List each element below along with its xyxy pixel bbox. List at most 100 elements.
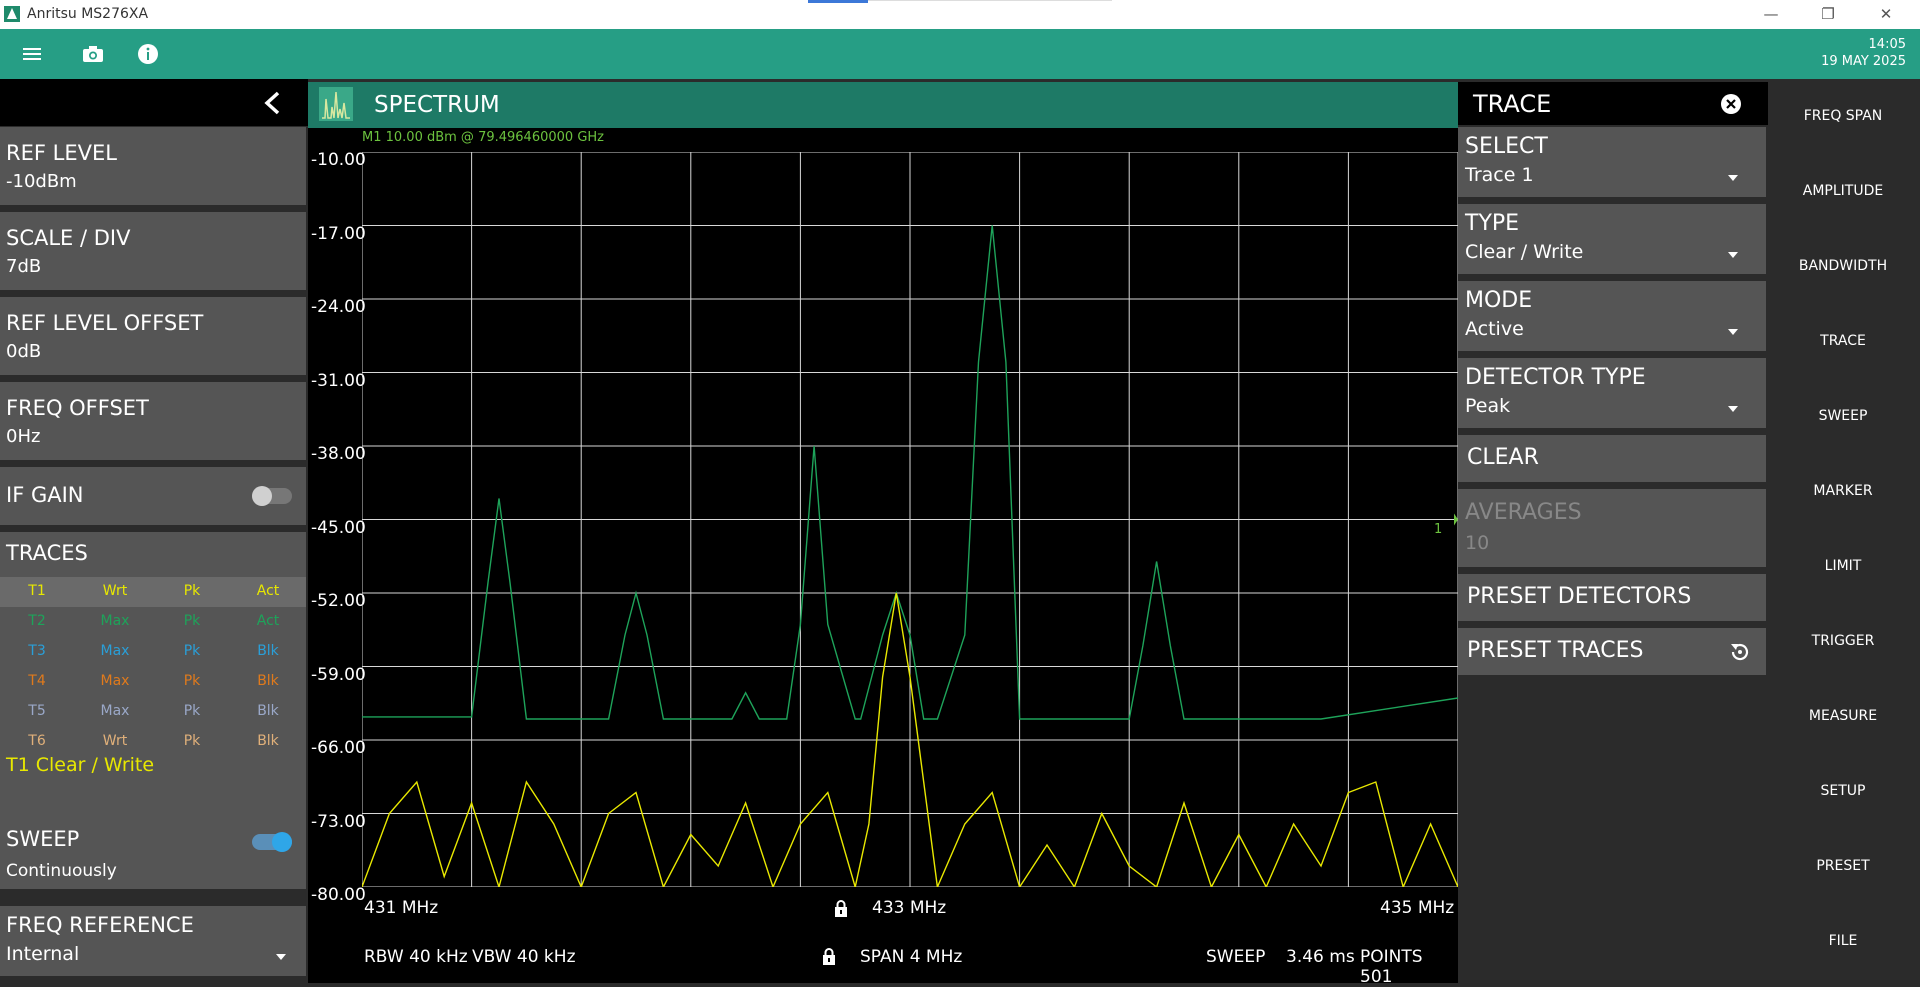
preset-detectors-button[interactable]: PRESET DETECTORS bbox=[1458, 574, 1766, 621]
trace-name: T2 bbox=[28, 613, 46, 629]
hamburger-menu-icon[interactable] bbox=[20, 42, 44, 66]
menu-bandwidth[interactable]: BANDWIDTH bbox=[1768, 258, 1918, 274]
trace-mode: Blk bbox=[257, 703, 279, 719]
lock-icon bbox=[835, 900, 847, 917]
selected-trace-summary: T1 Clear / Write bbox=[6, 754, 155, 776]
trace-row-t1[interactable]: T1 Wrt Pk Act bbox=[0, 577, 306, 607]
trace-detector: Pk bbox=[183, 583, 201, 599]
y-tick-label: -66.00 bbox=[311, 738, 366, 758]
trace-type-dropdown[interactable]: TYPE Clear / Write bbox=[1458, 204, 1766, 274]
trace-mode-dropdown[interactable]: MODE Active bbox=[1458, 281, 1766, 351]
trace-settings-panel: TRACE SELECT Trace 1 TYPE Clear / Write … bbox=[1458, 79, 1768, 983]
y-tick-label: -45.00 bbox=[311, 517, 366, 538]
dropdown-caret-icon bbox=[1728, 252, 1738, 258]
menu-preset[interactable]: PRESET bbox=[1768, 858, 1918, 874]
x-stop-label: 435 MHz bbox=[1380, 898, 1455, 918]
ref-level-label: REF LEVEL bbox=[6, 141, 117, 165]
menu-marker[interactable]: MARKER bbox=[1768, 483, 1918, 499]
close-window-button[interactable]: ✕ bbox=[1866, 3, 1906, 25]
trace-row-t4[interactable]: T4 Max Pk Blk bbox=[0, 667, 306, 697]
y-tick-label: -31.00 bbox=[311, 370, 366, 391]
trace-row-t5[interactable]: T5 Max Pk Blk bbox=[0, 697, 306, 727]
lock-icon bbox=[823, 948, 835, 965]
ref-level-control[interactable]: REF LEVEL -10dBm bbox=[0, 127, 306, 205]
trace-name: T4 bbox=[28, 673, 46, 689]
trace-row-t3[interactable]: T3 Max Pk Blk bbox=[0, 637, 306, 667]
span-readout[interactable]: SPAN 4 MHz bbox=[860, 947, 962, 967]
select-label: SELECT bbox=[1465, 134, 1548, 159]
select-value: Trace 1 bbox=[1465, 164, 1534, 186]
preset-traces-button[interactable]: PRESET TRACES bbox=[1458, 628, 1766, 675]
taskbar-indicator-track bbox=[868, 0, 1112, 1]
trace-mode: Act bbox=[256, 613, 280, 629]
main-menu: FREQ SPAN AMPLITUDE BANDWIDTH TRACE SWEE… bbox=[1768, 79, 1920, 983]
clear-button[interactable]: CLEAR bbox=[1458, 435, 1766, 482]
select-trace-dropdown[interactable]: SELECT Trace 1 bbox=[1458, 127, 1766, 197]
window-titlebar: Anritsu MS276XA — ❐ ✕ bbox=[0, 0, 1920, 29]
scale-div-control[interactable]: SCALE / DIV 7dB bbox=[0, 212, 306, 290]
minimize-button[interactable]: — bbox=[1751, 3, 1791, 25]
menu-setup[interactable]: SETUP bbox=[1768, 783, 1918, 799]
sweep-toggle[interactable] bbox=[252, 832, 292, 852]
trace-mode: Blk bbox=[257, 733, 279, 749]
menu-trigger[interactable]: TRIGGER bbox=[1768, 633, 1918, 649]
averages-label: AVERAGES bbox=[1465, 500, 1582, 525]
dropdown-caret-icon bbox=[1728, 329, 1738, 335]
trace-type: Max bbox=[100, 643, 130, 659]
trace-mode: Act bbox=[256, 583, 280, 599]
type-label: TYPE bbox=[1465, 211, 1520, 236]
trace-type: Max bbox=[100, 613, 130, 629]
sweep-value: Continuously bbox=[6, 861, 117, 881]
mode-label: MODE bbox=[1465, 288, 1533, 313]
freq-reference-value: Internal bbox=[6, 943, 80, 965]
menu-sweep[interactable]: SWEEP bbox=[1768, 408, 1918, 424]
menu-measure[interactable]: MEASURE bbox=[1768, 708, 1918, 724]
menu-freq-span[interactable]: FREQ SPAN bbox=[1768, 108, 1918, 124]
freq-offset-control[interactable]: FREQ OFFSET 0Hz bbox=[0, 382, 306, 460]
detector-type-dropdown[interactable]: DETECTOR TYPE Peak bbox=[1458, 358, 1766, 428]
menu-amplitude[interactable]: AMPLITUDE bbox=[1768, 183, 1918, 199]
spectrum-mode-icon bbox=[319, 87, 353, 121]
trace-detector: Pk bbox=[183, 703, 201, 719]
y-tick-label: -73.00 bbox=[311, 811, 366, 832]
reset-icon bbox=[1731, 643, 1749, 661]
freq-offset-value: 0Hz bbox=[6, 426, 41, 447]
trace-row-t2[interactable]: T2 Max Pk Act bbox=[0, 607, 306, 637]
trace-row-t6[interactable]: T6 Wrt Pk Blk bbox=[0, 727, 306, 757]
if-gain-control[interactable]: IF GAIN bbox=[0, 467, 306, 525]
y-tick-label: -17.00 bbox=[311, 223, 366, 244]
anritsu-logo-icon bbox=[4, 6, 20, 22]
taskbar-indicator bbox=[808, 0, 868, 3]
collapse-panel-button[interactable] bbox=[0, 79, 308, 126]
ref-level-offset-label: REF LEVEL OFFSET bbox=[6, 311, 204, 335]
type-value: Clear / Write bbox=[1465, 241, 1584, 263]
scale-div-label: SCALE / DIV bbox=[6, 226, 131, 250]
marker-1-tag[interactable]: 1 bbox=[1434, 522, 1442, 537]
points-readout[interactable]: POINTS 501 bbox=[1360, 947, 1458, 987]
clock-date: 19 MAY 2025 bbox=[1821, 54, 1906, 69]
freq-offset-label: FREQ OFFSET bbox=[6, 396, 149, 420]
sweep-time-readout[interactable]: 3.46 ms bbox=[1286, 947, 1355, 967]
traces-table: T1 Wrt Pk Act T2 Max Pk Act T3 Max Pk Bl… bbox=[0, 577, 306, 757]
menu-trace[interactable]: TRACE bbox=[1768, 333, 1918, 349]
if-gain-toggle[interactable] bbox=[252, 486, 292, 506]
close-panel-icon[interactable] bbox=[1720, 93, 1742, 115]
restore-button[interactable]: ❐ bbox=[1808, 3, 1848, 25]
toggle-knob bbox=[252, 486, 272, 506]
menu-limit[interactable]: LIMIT bbox=[1768, 558, 1918, 574]
spectrum-plot[interactable]: M1 10.00 dBm @ 79.496460000 GHz -10.00 -1… bbox=[308, 128, 1458, 987]
freq-reference-control[interactable]: FREQ REFERENCE Internal bbox=[0, 906, 306, 976]
camera-icon[interactable] bbox=[81, 42, 105, 66]
ref-level-offset-control[interactable]: REF LEVEL OFFSET 0dB bbox=[0, 297, 306, 375]
menu-file[interactable]: FILE bbox=[1768, 933, 1918, 949]
spectrum-chart[interactable] bbox=[362, 152, 1458, 887]
sweep-control[interactable]: SWEEP Continuously bbox=[0, 817, 306, 889]
rbw-readout[interactable]: RBW 40 kHz bbox=[364, 947, 468, 967]
preset-traces-label: PRESET TRACES bbox=[1467, 638, 1644, 663]
x-start-label: 431 MHz bbox=[364, 898, 439, 918]
vbw-readout[interactable]: VBW 40 kHz bbox=[472, 947, 576, 967]
info-icon[interactable] bbox=[136, 42, 160, 66]
trace-detector: Pk bbox=[183, 613, 201, 629]
trace-panel-title: TRACE bbox=[1473, 90, 1552, 118]
trace-name: T3 bbox=[28, 643, 46, 659]
